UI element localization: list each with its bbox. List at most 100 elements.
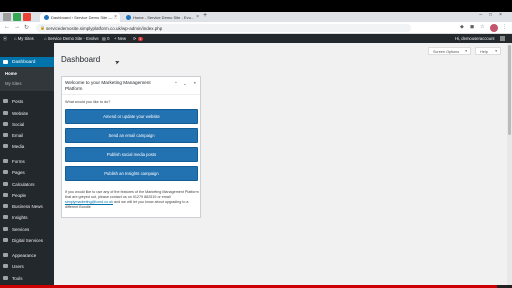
help-button[interactable]: Help (475, 47, 501, 55)
page-title: Dashboard (61, 55, 101, 64)
howdy-account[interactable]: Hi, demouseraccount (455, 36, 495, 41)
sidebar-item-calculators[interactable]: Calculators (0, 180, 54, 189)
screen-options-button[interactable]: Screen Options (428, 47, 471, 55)
address-bar[interactable]: 🔒 servicedemosite.simplyplatform.co.uk/w… (36, 24, 411, 32)
users-icon (3, 263, 8, 269)
browser-toolbar: ← → ↻ 🔒 servicedemosite.simplyplatform.c… (0, 22, 512, 34)
scrollbar-thumb[interactable] (508, 45, 511, 135)
site-name-link[interactable]: ⌂ Service Demo Site - Evolve (44, 36, 99, 41)
divider (62, 94, 200, 95)
close-icon[interactable]: × (114, 14, 117, 20)
submenu-home[interactable]: Home (5, 71, 17, 76)
bookmark-icon[interactable]: ☆ (480, 24, 484, 30)
sidebar-item-forms[interactable]: Forms (0, 157, 54, 166)
sidebar-item-label: Media (12, 143, 25, 149)
site-icon (126, 15, 131, 20)
apps-icon[interactable] (3, 13, 11, 21)
sidebar-item-services[interactable]: Services (0, 225, 54, 234)
sidebar-item-tools[interactable]: Tools (0, 274, 54, 283)
media-icon (3, 143, 8, 149)
email-icon (3, 132, 8, 138)
extension-icon[interactable]: ◼ (470, 24, 474, 30)
sidebar-item-insights[interactable]: Insights (0, 213, 54, 222)
wordpress-icon (44, 15, 49, 20)
business-news-icon (3, 203, 8, 209)
welcome-widget: Welcome to your Marketing Management Pla… (61, 76, 201, 218)
sidebar-item-posts[interactable]: Posts (0, 97, 54, 106)
pages-icon (3, 169, 8, 175)
sidebar-item-social[interactable]: Social (0, 120, 54, 129)
user-avatar[interactable] (500, 36, 505, 41)
new-tab-button[interactable]: + (203, 12, 207, 19)
insights-campaign-button[interactable]: Publish an Insights campaign (65, 166, 198, 181)
comments-link[interactable]: ▤ 0 (102, 36, 109, 41)
new-content-link[interactable]: + New (114, 36, 126, 41)
sidebar-item-appearance[interactable]: Appearance (0, 251, 54, 260)
app-shortcut-icon[interactable] (13, 13, 21, 21)
back-icon[interactable]: ← (4, 24, 10, 30)
tools-icon (3, 275, 8, 281)
sidebar-item-users[interactable]: Users (0, 262, 54, 271)
sidebar-item-email[interactable]: Email (0, 131, 54, 140)
email-campaign-button[interactable]: Send an email campaign (65, 128, 198, 143)
amend-website-button[interactable]: Amend or update your website (65, 109, 198, 124)
posts-icon (3, 98, 8, 104)
page-scrollbar[interactable] (507, 43, 512, 285)
admin-sidebar: Dashboard Home My Sites Posts Website Soci… (0, 43, 54, 285)
widget-title: Welcome to your Marketing Management Pla… (65, 80, 151, 91)
sidebar-item-business-news[interactable]: Business News (0, 202, 54, 211)
submenu-my-sites[interactable]: My Sites (5, 81, 21, 86)
email-link[interactable]: simplymarketing@icmd.co.uk (65, 200, 113, 204)
sidebar-item-label: Social (12, 121, 25, 127)
sidebar-item-digital-services[interactable]: Digital Services (0, 236, 54, 245)
sidebar-item-label: Posts (12, 98, 24, 104)
toggle-panel-icon[interactable]: ▾ (194, 81, 196, 85)
wordpress-logo-icon[interactable]: ⓦ (3, 36, 7, 42)
screen: Dashboard ‹ Service Demo Site — ... × Ho… (0, 12, 512, 285)
mouse-cursor-icon: ➤ (114, 59, 122, 67)
move-up-icon[interactable]: ⌃ (174, 81, 178, 87)
sidebar-item-label: Calculators (12, 181, 35, 187)
updates-badge: 1 (137, 37, 143, 42)
sidebar-item-dashboard[interactable]: Dashboard (0, 57, 54, 67)
extension-icon[interactable]: ◆ (460, 24, 464, 30)
reload-icon[interactable]: ↻ (24, 24, 29, 31)
sidebar-item-label: Appearance (12, 252, 37, 258)
forward-icon[interactable]: → (14, 24, 20, 30)
my-sites-link[interactable]: ⌂ My Sites (14, 36, 34, 41)
website-icon (3, 110, 8, 116)
window-controls[interactable]: –□× (479, 12, 509, 18)
sidebar-item-label: People (12, 192, 27, 198)
sidebar-item-media[interactable]: Media (0, 142, 54, 151)
dashboard-submenu: Home My Sites (0, 67, 54, 91)
sidebar-item-label: Business News (12, 203, 43, 209)
profile-avatar[interactable] (490, 24, 498, 32)
move-down-icon[interactable]: ⌄ (183, 81, 187, 87)
widget-note: If you would like to use any of the feat… (65, 190, 199, 209)
tab-icons (3, 13, 31, 21)
sidebar-item-label: Email (12, 132, 24, 138)
appearance-icon (3, 252, 8, 258)
sidebar-item-label: Forms (12, 158, 25, 164)
wp-admin-bar: ⓦ ⌂ My Sites ⌂ Service Demo Site - Evolv… (0, 34, 512, 43)
app-shortcut-icon[interactable] (23, 13, 31, 21)
social-icon (3, 121, 8, 127)
sidebar-item-people[interactable]: People (0, 191, 54, 200)
menu-icon[interactable]: ⋮ (502, 24, 507, 30)
dashboard-icon (3, 59, 8, 65)
url-text: servicedemosite.simplyplatform.co.uk/wp-… (46, 25, 163, 31)
lock-icon: 🔒 (40, 25, 45, 30)
sidebar-item-label: Users (12, 263, 24, 269)
close-icon[interactable]: × (196, 14, 199, 20)
sidebar-item-website[interactable]: Website (0, 109, 54, 118)
sidebar-item-label: Services (12, 226, 30, 232)
calculators-icon (3, 181, 8, 187)
sidebar-item-label: Website (12, 110, 29, 116)
social-posts-button[interactable]: Publish social media posts (65, 147, 198, 162)
sidebar-item-label: Insights (12, 214, 28, 220)
forms-icon (3, 158, 8, 164)
updates-link[interactable]: ⟳ 1 (133, 36, 143, 42)
tab-dashboard[interactable]: Dashboard ‹ Service Demo Site — ... × (40, 13, 120, 22)
sidebar-item-pages[interactable]: Pages (0, 168, 54, 177)
tab-home[interactable]: Home - Service Demo Site - Evo... × (122, 13, 202, 22)
